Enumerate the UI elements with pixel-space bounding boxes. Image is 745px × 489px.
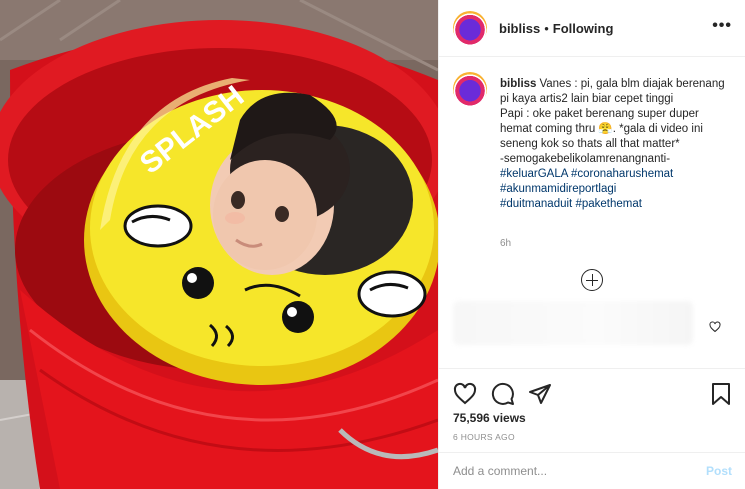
comment-input[interactable]: [453, 464, 706, 478]
blurred-comment: [453, 301, 693, 345]
caption-username[interactable]: bibliss: [500, 78, 536, 90]
hashtag-akunmamidireportlagi[interactable]: #akunmamidireportlagi: [500, 183, 616, 195]
caption-line-2: Papi : oke paket berenang super duper he…: [500, 108, 703, 150]
following-button[interactable]: Following: [553, 21, 614, 36]
post-timestamp: 6 HOURS AGO: [453, 432, 515, 442]
heart-icon[interactable]: [453, 382, 477, 406]
view-count[interactable]: 75,596 views: [453, 411, 526, 425]
comment-icon[interactable]: [491, 382, 515, 406]
post-header: bibliss • Following •••: [439, 0, 745, 57]
caption-avatar[interactable]: [453, 72, 487, 106]
header-username[interactable]: bibliss: [499, 21, 540, 36]
post-actions: 75,596 views 6 HOURS AGO: [439, 368, 745, 452]
hashtag-coronaharushemat[interactable]: #coronaharushemat: [571, 168, 673, 180]
caption-time: 6h: [500, 238, 512, 249]
comment-composer: Post: [439, 452, 745, 489]
more-horizontal-icon[interactable]: •••: [712, 18, 732, 34]
caption-text: bibliss Vanes : pi, gala blm diajak beren…: [500, 77, 732, 212]
post-side-panel: bibliss • Following ••• bibliss Vanes : p…: [438, 0, 745, 489]
avatar[interactable]: [453, 11, 487, 45]
caption-line-3: -semogakebelikolamrenangnanti-: [500, 153, 671, 165]
heart-small-icon[interactable]: [709, 321, 721, 333]
caption-section: bibliss Vanes : pi, gala blm diajak beren…: [439, 57, 745, 367]
baby-in-bucket-photo: SPLASH: [0, 0, 438, 489]
plus-circle-icon[interactable]: [581, 269, 603, 291]
post-photo[interactable]: SPLASH: [0, 0, 438, 489]
paper-plane-icon[interactable]: [528, 382, 552, 406]
hashtag-pakethemat[interactable]: #pakethemat: [575, 198, 642, 210]
hashtag-duitmanaduit[interactable]: #duitmanaduit: [500, 198, 572, 210]
bookmark-icon[interactable]: [710, 382, 732, 406]
post-comment-button[interactable]: Post: [706, 464, 732, 478]
header-separator: •: [544, 20, 549, 36]
hashtag-keluargala[interactable]: #keluarGALA: [500, 168, 568, 180]
